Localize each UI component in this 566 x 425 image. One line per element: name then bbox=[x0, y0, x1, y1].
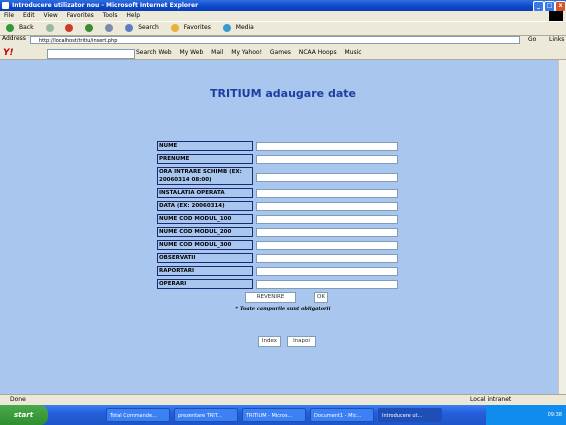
window-title: Introducere utilizator nou - Microsoft I… bbox=[12, 2, 199, 9]
menu-favorites[interactable]: Favorites bbox=[67, 12, 94, 19]
field-label: DATA (EX: 20060314) bbox=[157, 201, 253, 211]
field-label: NUME COD MODUL_100 bbox=[157, 214, 253, 224]
yahoo-logo[interactable]: Y! bbox=[3, 47, 14, 59]
nume-input[interactable] bbox=[256, 142, 398, 151]
yahoo-search-input[interactable] bbox=[47, 49, 135, 59]
star-icon bbox=[170, 23, 179, 32]
field-label: NUME COD MODUL_300 bbox=[157, 240, 253, 250]
system-tray: 09:38 bbox=[486, 405, 566, 425]
media-icon bbox=[222, 23, 231, 32]
stop-icon bbox=[65, 23, 74, 32]
start-button[interactable]: start bbox=[0, 405, 48, 425]
raportari-input[interactable] bbox=[256, 267, 398, 276]
field-label: PRENUME bbox=[157, 154, 253, 164]
field-label: OPERARI bbox=[157, 279, 253, 289]
search-icon bbox=[125, 23, 134, 32]
mail-button[interactable]: Mail bbox=[211, 49, 223, 56]
ie-icon bbox=[2, 2, 9, 9]
home-icon bbox=[105, 23, 114, 32]
revenire-button[interactable]: REVENIRE bbox=[245, 292, 296, 303]
prenume-input[interactable] bbox=[256, 155, 398, 164]
operari-input[interactable] bbox=[256, 280, 398, 289]
menu-file[interactable]: File bbox=[4, 12, 14, 19]
home-button[interactable] bbox=[102, 23, 115, 32]
my-web-button[interactable]: My Web bbox=[180, 49, 204, 56]
menu-bar: File Edit View Favorites Tools Help bbox=[0, 11, 566, 21]
clock: 09:38 bbox=[547, 412, 562, 418]
ncaa-button[interactable]: NCAA Hoops bbox=[299, 49, 337, 56]
yahoo-buttons: Search Web My Web Mail My Yahoo! Games N… bbox=[136, 47, 368, 59]
favorites-button[interactable]: Favorites bbox=[168, 23, 213, 32]
inapoi-button[interactable]: Inapoi bbox=[287, 336, 316, 347]
status-text: Done bbox=[10, 396, 26, 403]
menu-view[interactable]: View bbox=[44, 12, 58, 19]
stop-button[interactable] bbox=[62, 23, 75, 32]
refresh-icon bbox=[85, 23, 94, 32]
field-label: NUME COD MODUL_200 bbox=[157, 227, 253, 237]
modul-200-input[interactable] bbox=[256, 228, 398, 237]
observatii-input[interactable] bbox=[256, 254, 398, 263]
back-button[interactable]: Back bbox=[3, 23, 36, 32]
page-title: TRITIUM adaugare date bbox=[210, 87, 356, 100]
menu-help[interactable]: Help bbox=[126, 12, 140, 19]
ora-intrare-input[interactable] bbox=[256, 173, 398, 182]
scrollbar[interactable] bbox=[558, 60, 566, 394]
modul-100-input[interactable] bbox=[256, 215, 398, 224]
refresh-button[interactable] bbox=[82, 23, 95, 32]
field-label: INSTALATIA OPERATA bbox=[157, 188, 253, 198]
menu-tools[interactable]: Tools bbox=[103, 12, 118, 19]
field-label: OBSERVATII bbox=[157, 253, 253, 263]
back-arrow-icon bbox=[6, 23, 14, 32]
required-note: * Toate campurile sunt obligatorii bbox=[235, 306, 331, 312]
forward-button[interactable] bbox=[43, 23, 56, 32]
toolbar: Back Search Favorites Media bbox=[0, 21, 566, 36]
my-yahoo-button[interactable]: My Yahoo! bbox=[231, 49, 262, 56]
data-input[interactable] bbox=[256, 202, 398, 211]
window-title-bar: Introducere utilizator nou - Microsoft I… bbox=[0, 0, 566, 12]
forward-arrow-icon bbox=[45, 23, 54, 32]
go-button[interactable]: Go bbox=[528, 36, 536, 43]
field-label: NUME bbox=[157, 141, 253, 151]
windows-logo-icon bbox=[549, 11, 563, 21]
media-button[interactable]: Media bbox=[220, 23, 256, 32]
games-button[interactable]: Games bbox=[270, 49, 291, 56]
taskbar-item[interactable]: Document1 - Mic... bbox=[310, 408, 374, 422]
index-button[interactable]: Index bbox=[258, 336, 281, 347]
instalatia-input[interactable] bbox=[256, 189, 398, 198]
field-label: RAPORTARI bbox=[157, 266, 253, 276]
links-button[interactable]: Links bbox=[549, 36, 564, 43]
menu-edit[interactable]: Edit bbox=[23, 12, 35, 19]
music-button[interactable]: Music bbox=[345, 49, 362, 56]
ok-button[interactable]: OK bbox=[314, 292, 328, 303]
search-button[interactable]: Search bbox=[122, 23, 161, 32]
taskbar-item[interactable]: Total Commande... bbox=[106, 408, 170, 422]
modul-300-input[interactable] bbox=[256, 241, 398, 250]
field-label: ORA INTRARE SCHIMB (EX: 20060314 08:00) bbox=[157, 167, 253, 185]
security-zone: Local intranet bbox=[470, 396, 512, 403]
search-web-button[interactable]: Search Web bbox=[136, 49, 172, 56]
address-input[interactable]: http://localhost/tritiu/insert.php bbox=[30, 36, 520, 44]
address-label: Address bbox=[2, 35, 26, 42]
taskbar-item-active[interactable]: Introducere ut... bbox=[378, 408, 442, 422]
taskbar-item[interactable]: prezentare TRIT... bbox=[174, 408, 238, 422]
taskbar-item[interactable]: TRITIUM - Micros... bbox=[242, 408, 306, 422]
